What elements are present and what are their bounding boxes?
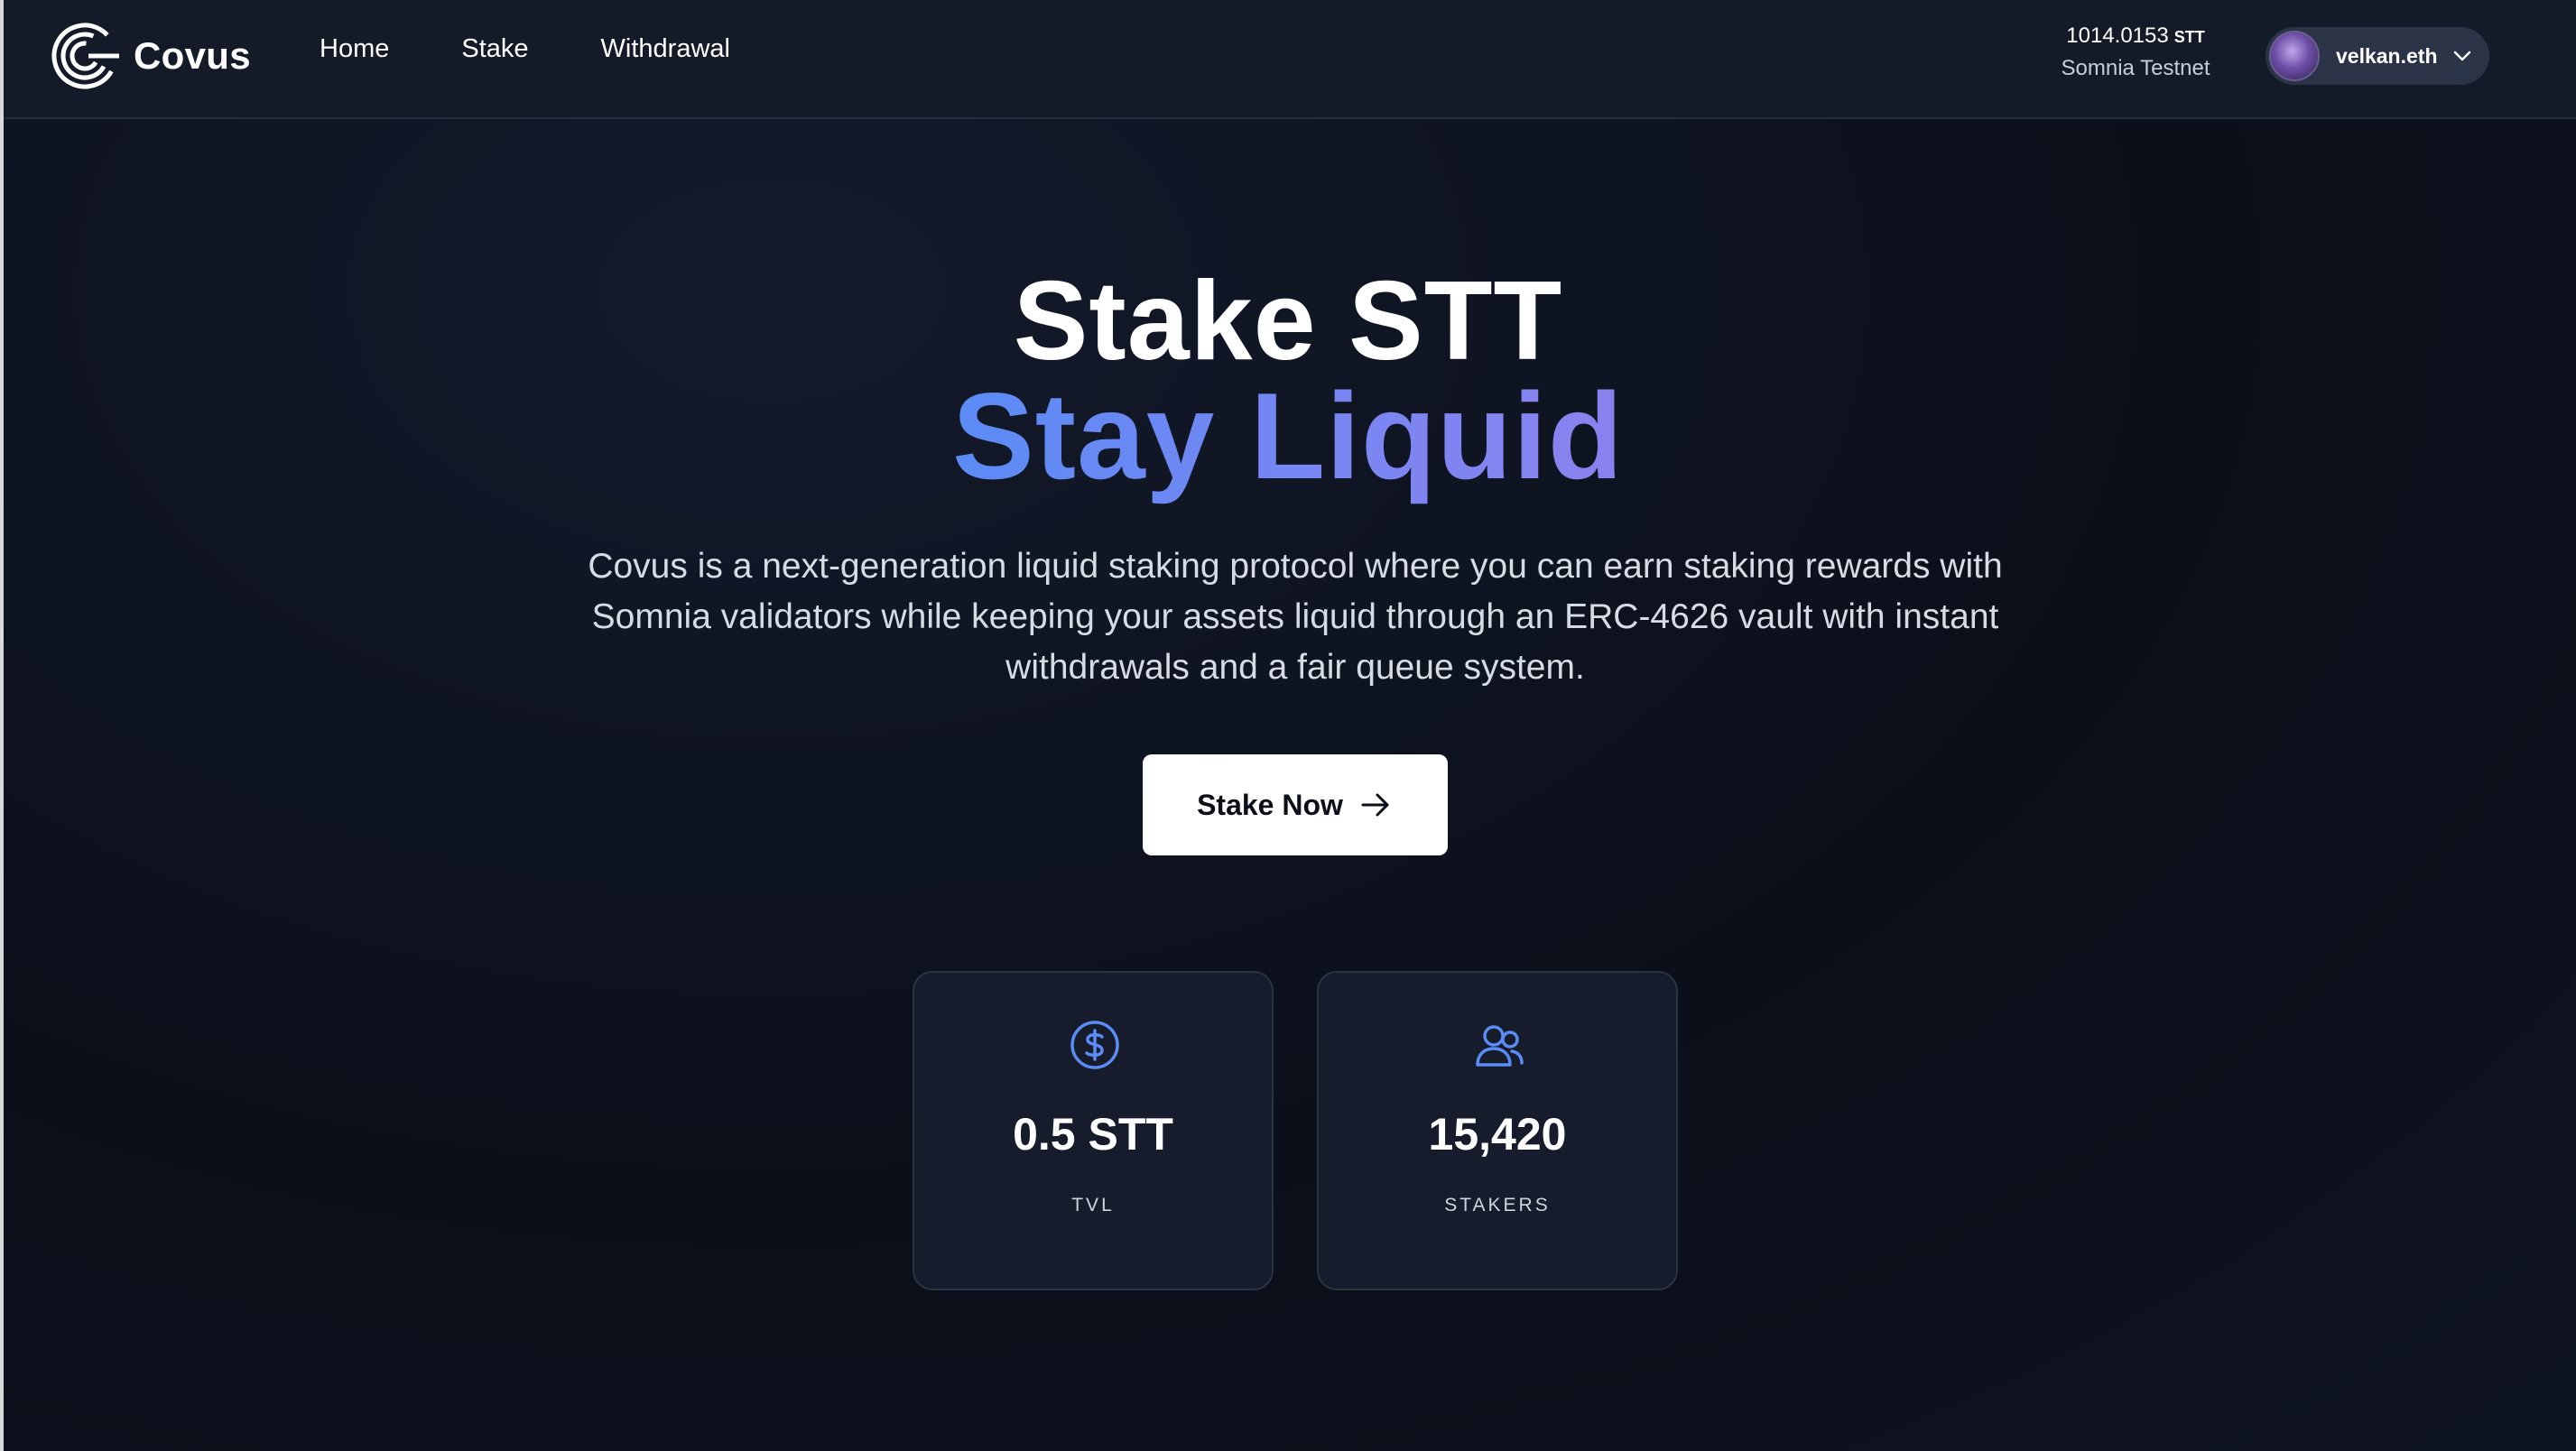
chevron-down-icon (2453, 51, 2470, 61)
hero-description: Covus is a next-generation liquid stakin… (588, 547, 2003, 687)
users-icon (1476, 1025, 1524, 1067)
brand-logo[interactable]: Covus (49, 20, 251, 92)
stakers-label: STAKERS (1444, 1195, 1551, 1215)
covus-logo-icon (51, 23, 119, 89)
tvl-value: 0.5 STT (1013, 1109, 1173, 1160)
hero-title-line2: Stay Liquid (0, 365, 2576, 506)
avatar (2269, 31, 2320, 81)
nav-item-withdrawal[interactable]: Withdrawal (601, 34, 730, 64)
top-navbar: Covus Home Stake Withdrawal 1014.0153 STT… (4, 0, 2576, 119)
network-name: Somnia Testnet (2061, 56, 2210, 80)
stake-now-label: Stake Now (1197, 788, 1343, 821)
wallet-balance: 1014.0153 STT Somnia Testnet (2025, 23, 2246, 81)
tvl-label: TVL (1071, 1195, 1115, 1215)
balance-amount: 1014.0153 (2066, 23, 2169, 48)
balance-amount-line: 1014.0153 STT (2025, 23, 2246, 49)
arrow-right-icon (1361, 793, 1389, 817)
nav-item-stake[interactable]: Stake (461, 34, 528, 64)
account-button[interactable]: velkan.eth (2266, 27, 2489, 85)
brand-name: Covus (134, 34, 251, 77)
stat-card-stakers: 15,420 STAKERS (1317, 971, 1678, 1290)
stakers-value: 15,420 (1428, 1109, 1567, 1160)
nav-item-home[interactable]: Home (320, 34, 389, 64)
stake-now-button[interactable]: Stake Now (1143, 754, 1448, 855)
stat-card-tvl: 0.5 STT TVL (913, 971, 1274, 1290)
hero-title-line2-text: Stay Liquid (952, 367, 1624, 504)
main-nav: Home Stake Withdrawal (320, 34, 730, 64)
account-name: velkan.eth (2336, 43, 2438, 68)
dollar-circle-icon (1070, 1021, 1119, 1069)
balance-unit: STT (2173, 28, 2205, 46)
window-edge (0, 0, 4, 1451)
